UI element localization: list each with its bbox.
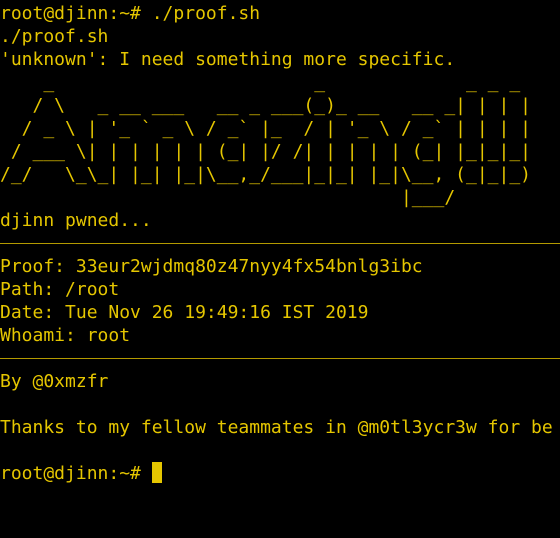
command-echo: ./proof.sh — [0, 26, 109, 47]
thanks-line: Thanks to my fellow teammates in @m0tl3y… — [0, 417, 553, 438]
text-cursor[interactable] — [151, 462, 162, 483]
ascii-banner: _ _ _ _ _ / \ _ __ ___ __ _ ___(_)_ __ _… — [0, 72, 532, 208]
divider-line — [0, 232, 560, 255]
command-line: root@djinn:~# ./proof.sh — [0, 3, 261, 24]
author-line: By @0xmzfr — [0, 371, 109, 392]
divider-line — [0, 347, 560, 370]
path-line: Path: /root — [0, 279, 120, 300]
proof-line: Proof: 33eur2wjdmq80z47nyy4fx54bnlg3ibc — [0, 256, 423, 277]
error-message: 'unknown': I need something more specifi… — [0, 49, 456, 70]
whoami-line: Whoami: root — [0, 325, 131, 346]
date-line: Date: Tue Nov 26 19:49:16 IST 2019 — [0, 302, 369, 323]
terminal-window[interactable]: root@djinn:~# ./proof.sh ./proof.sh 'unk… — [0, 0, 560, 538]
pwned-message: djinn pwned... — [0, 210, 152, 231]
shell-prompt: root@djinn:~# — [0, 463, 152, 484]
prompt-line[interactable]: root@djinn:~# — [0, 462, 560, 485]
